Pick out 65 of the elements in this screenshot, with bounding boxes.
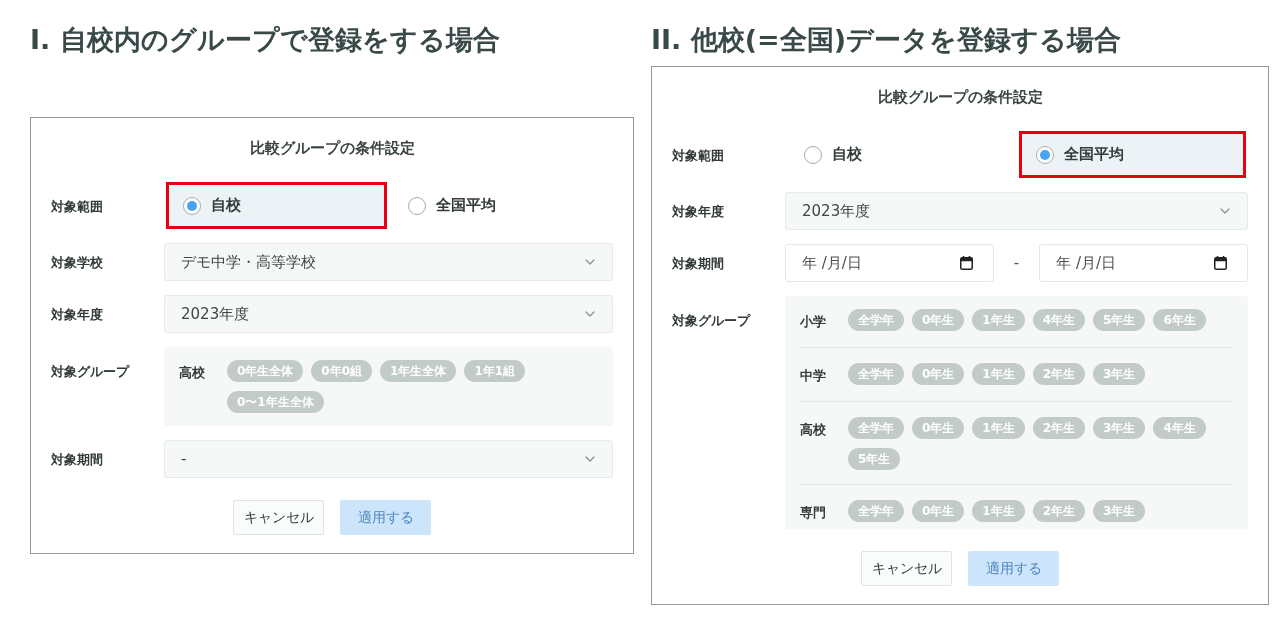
grade-chip[interactable]: 6年生 bbox=[1153, 309, 1206, 331]
radio-icon[interactable] bbox=[1035, 145, 1054, 164]
grade-chip[interactable]: 2年生 bbox=[1032, 500, 1086, 522]
calendar-icon[interactable] bbox=[1214, 256, 1227, 270]
section-heading: II. 他校(=全国)データを登録する場合 bbox=[651, 24, 1122, 55]
radio-option[interactable]: 自校 bbox=[169, 185, 384, 226]
field-label: 対象期間 bbox=[51, 452, 103, 467]
field-label: 対象学校 bbox=[51, 255, 103, 270]
cancel-button[interactable]: キャンセル bbox=[233, 500, 324, 535]
select-field[interactable]: 2023年度 bbox=[164, 295, 613, 333]
grade-chip[interactable]: 2年生 bbox=[1032, 417, 1086, 439]
select-field[interactable]: デモ中学・高等学校 bbox=[164, 243, 613, 281]
group-label: 中学 bbox=[800, 368, 826, 383]
grade-chip[interactable]: 3年生 bbox=[1093, 500, 1146, 522]
dialog-title: 比較グループの条件設定 bbox=[877, 88, 1043, 106]
grade-chip[interactable]: 全学年 bbox=[848, 309, 904, 331]
date-field[interactable]: 年 /月/日 bbox=[1039, 244, 1248, 282]
field-label: 対象範囲 bbox=[672, 147, 724, 163]
grade-chip[interactable]: 2年生 bbox=[1032, 363, 1086, 385]
field-label: 対象期間 bbox=[672, 256, 724, 271]
grade-chip[interactable]: 4年生 bbox=[1032, 309, 1086, 331]
group-label: 高校 bbox=[800, 422, 826, 437]
field-label: 対象年度 bbox=[672, 204, 724, 219]
grade-chip[interactable]: 1年1組 bbox=[464, 360, 526, 382]
calendar-icon[interactable] bbox=[959, 256, 973, 270]
grade-chip[interactable]: 3年生 bbox=[1093, 417, 1146, 439]
section-heading: I. 自校内のグループで登録をする場合 bbox=[30, 24, 500, 55]
grade-chip[interactable]: 0年生全体 bbox=[227, 360, 304, 382]
radio-icon[interactable] bbox=[407, 196, 426, 215]
group-label: 小学 bbox=[800, 314, 826, 329]
grade-chip[interactable]: 全学年 bbox=[848, 417, 904, 439]
grade-chip[interactable]: 3年生 bbox=[1093, 363, 1146, 385]
grade-chip[interactable]: 0年生 bbox=[912, 500, 965, 522]
grade-chip[interactable]: 1年生 bbox=[972, 417, 1025, 439]
radio-option[interactable]: 自校 bbox=[790, 134, 1012, 175]
grade-chip[interactable]: 5年生 bbox=[848, 448, 901, 470]
grade-chip[interactable]: 全学年 bbox=[848, 500, 904, 522]
grade-chip[interactable]: 0年0組 bbox=[311, 360, 373, 382]
field-label: 対象年度 bbox=[51, 307, 103, 322]
select-field[interactable]: 2023年度 bbox=[785, 192, 1248, 230]
grade-chip[interactable]: 1年生 bbox=[972, 309, 1025, 331]
dialog-title: 比較グループの条件設定 bbox=[249, 139, 415, 157]
grade-chip[interactable]: 5年生 bbox=[1093, 309, 1146, 331]
radio-icon[interactable] bbox=[183, 196, 201, 215]
grade-chip[interactable]: 1年生全体 bbox=[380, 360, 457, 382]
radio-option[interactable]: 全国平均 bbox=[393, 185, 608, 226]
grade-chip[interactable]: 1年生 bbox=[972, 363, 1025, 385]
group-label: 高校 bbox=[179, 365, 205, 380]
select-field[interactable]: - bbox=[164, 440, 613, 478]
grade-chip[interactable]: 全学年 bbox=[848, 363, 904, 385]
grade-chip[interactable]: 0年生 bbox=[912, 363, 965, 385]
grade-chip[interactable]: 0年生 bbox=[912, 309, 965, 331]
grade-chip[interactable]: 0年生 bbox=[912, 417, 965, 439]
grade-chip[interactable]: 4年生 bbox=[1153, 417, 1206, 439]
grade-chip[interactable]: 1年生 bbox=[972, 500, 1025, 522]
date-field[interactable]: 年 /月/日 bbox=[785, 244, 994, 282]
radio-icon[interactable] bbox=[804, 145, 822, 164]
cancel-button[interactable]: キャンセル bbox=[861, 551, 952, 586]
grade-chip[interactable]: 0〜1年生全体 bbox=[227, 391, 324, 413]
range-separator: - bbox=[1013, 252, 1020, 274]
group-label: 専門 bbox=[800, 505, 826, 520]
radio-option[interactable]: 全国平均 bbox=[1021, 134, 1243, 175]
field-label: 対象グループ bbox=[51, 364, 129, 379]
field-label: 対象グループ bbox=[672, 313, 750, 328]
field-label: 対象範囲 bbox=[51, 198, 103, 214]
